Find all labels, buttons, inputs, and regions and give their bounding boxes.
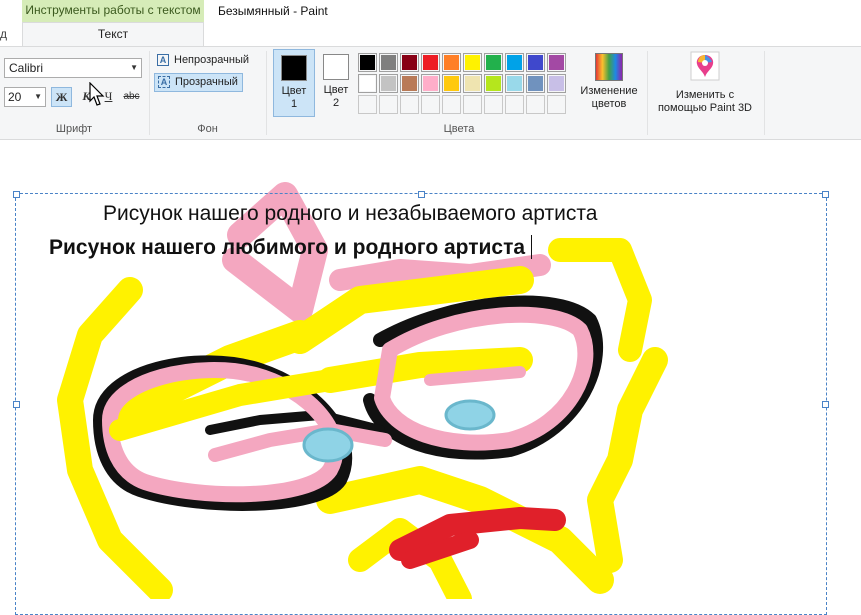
mouse-cursor-icon [89, 82, 105, 106]
palette-color-swatch[interactable] [442, 74, 461, 93]
transparent-icon: A [158, 76, 170, 88]
color-1-swatch [281, 55, 307, 81]
palette-custom-slot[interactable] [547, 95, 566, 114]
palette-color-swatch[interactable] [379, 53, 398, 72]
transparent-label: Прозрачный [175, 76, 238, 88]
paint3d-label-2: помощью Paint 3D [657, 102, 753, 114]
palette-color-swatch[interactable] [463, 53, 482, 72]
edit-colors-label-2: цветов [591, 98, 627, 110]
title-bar: Инструменты работы с текстом Безымянный … [0, 0, 861, 22]
color-spectrum-icon [595, 53, 623, 81]
palette-custom-slot[interactable] [505, 95, 524, 114]
palette-custom-slot[interactable] [442, 95, 461, 114]
chevron-down-icon: ▼ [34, 92, 42, 101]
palette-color-swatch[interactable] [379, 74, 398, 93]
paint3d-icon [690, 51, 720, 81]
tab-text[interactable]: Текст [22, 22, 204, 46]
palette-color-swatch[interactable] [358, 74, 377, 93]
divider [647, 51, 648, 135]
chevron-down-icon: ▼ [130, 63, 138, 72]
transparent-option[interactable]: A Прозрачный [154, 73, 243, 92]
palette-color-swatch[interactable] [526, 53, 545, 72]
font-size-select[interactable]: 20 ▼ [4, 87, 46, 107]
palette-color-swatch[interactable] [400, 74, 419, 93]
color-2-label: Цвет [323, 84, 349, 96]
colors-group: Цвет 1 Цвет 2 Изменение цветов Цвета [272, 47, 646, 139]
palette-color-swatch[interactable] [421, 74, 440, 93]
font-size-value: 20 [8, 90, 22, 104]
palette-custom-slot[interactable] [358, 95, 377, 114]
canvas-text-line-2: Рисунок нашего любимого и родного артист… [49, 235, 533, 260]
palette-custom-slot[interactable] [484, 95, 503, 114]
font-group: Calibri ▼ 20 ▼ Ж К Ч abc Шрифт [0, 47, 148, 139]
color-2-swatch [323, 54, 349, 80]
palette-color-swatch[interactable] [463, 74, 482, 93]
palette-color-swatch[interactable] [484, 74, 503, 93]
resize-handle[interactable] [13, 401, 20, 408]
canvas-text-line-2-content: Рисунок нашего любимого и родного артист… [49, 236, 526, 259]
font-group-label: Шрифт [55, 123, 93, 135]
palette-color-swatch[interactable] [484, 53, 503, 72]
resize-handle[interactable] [822, 191, 829, 198]
strikethrough-button[interactable]: abc [121, 87, 142, 107]
palette-color-swatch[interactable] [526, 74, 545, 93]
palette-color-swatch[interactable] [547, 74, 566, 93]
background-group: A Непрозрачный A Прозрачный Фон [150, 47, 265, 139]
divider [266, 51, 267, 135]
edit-with-paint3d-button[interactable]: Изменить с помощью Paint 3D [650, 49, 760, 115]
opaque-label: Непрозрачный [174, 54, 250, 66]
color-1-label: Цвет [281, 85, 307, 97]
color-palette [358, 53, 566, 114]
color-2-button[interactable]: Цвет 2 [315, 49, 357, 117]
tab-view-partial[interactable]: д [0, 22, 7, 46]
font-family-value: Calibri [9, 61, 44, 75]
paint3d-label-1: Изменить с [675, 89, 735, 101]
color-2-number: 2 [332, 97, 340, 109]
background-group-label: Фон [197, 123, 218, 135]
palette-custom-slot[interactable] [400, 95, 419, 114]
context-tab-text-tools: Инструменты работы с текстом [22, 0, 204, 22]
divider [764, 51, 765, 135]
palette-color-swatch[interactable] [358, 53, 377, 72]
palette-custom-slot[interactable] [526, 95, 545, 114]
text-caret [531, 235, 533, 259]
colors-group-label: Цвета [443, 123, 475, 135]
opaque-option[interactable]: A Непрозрачный [154, 52, 253, 71]
palette-color-swatch[interactable] [505, 53, 524, 72]
bold-button[interactable]: Ж [51, 87, 72, 107]
opaque-icon: A [157, 54, 169, 66]
palette-custom-slot[interactable] [421, 95, 440, 114]
canvas-area[interactable]: Рисунок нашего родного и незабываемого а… [0, 140, 861, 615]
color-1-number: 1 [290, 98, 298, 110]
palette-custom-slot[interactable] [463, 95, 482, 114]
palette-custom-slot[interactable] [379, 95, 398, 114]
canvas-text-line-1: Рисунок нашего родного и незабываемого а… [103, 202, 598, 225]
palette-color-swatch[interactable] [442, 53, 461, 72]
palette-color-swatch[interactable] [421, 53, 440, 72]
ribbon: Calibri ▼ 20 ▼ Ж К Ч abc Шрифт A Непрозр… [0, 47, 861, 140]
palette-color-swatch[interactable] [505, 74, 524, 93]
edit-colors-label-1: Изменение [580, 85, 638, 97]
resize-handle[interactable] [418, 191, 425, 198]
font-family-select[interactable]: Calibri ▼ [4, 58, 142, 78]
color-1-button[interactable]: Цвет 1 [273, 49, 315, 117]
resize-handle[interactable] [822, 401, 829, 408]
resize-handle[interactable] [13, 191, 20, 198]
palette-color-swatch[interactable] [400, 53, 419, 72]
edit-colors-button[interactable]: Изменение цветов [574, 49, 644, 111]
window-title: Безымянный - Paint [218, 4, 328, 18]
palette-color-swatch[interactable] [547, 53, 566, 72]
